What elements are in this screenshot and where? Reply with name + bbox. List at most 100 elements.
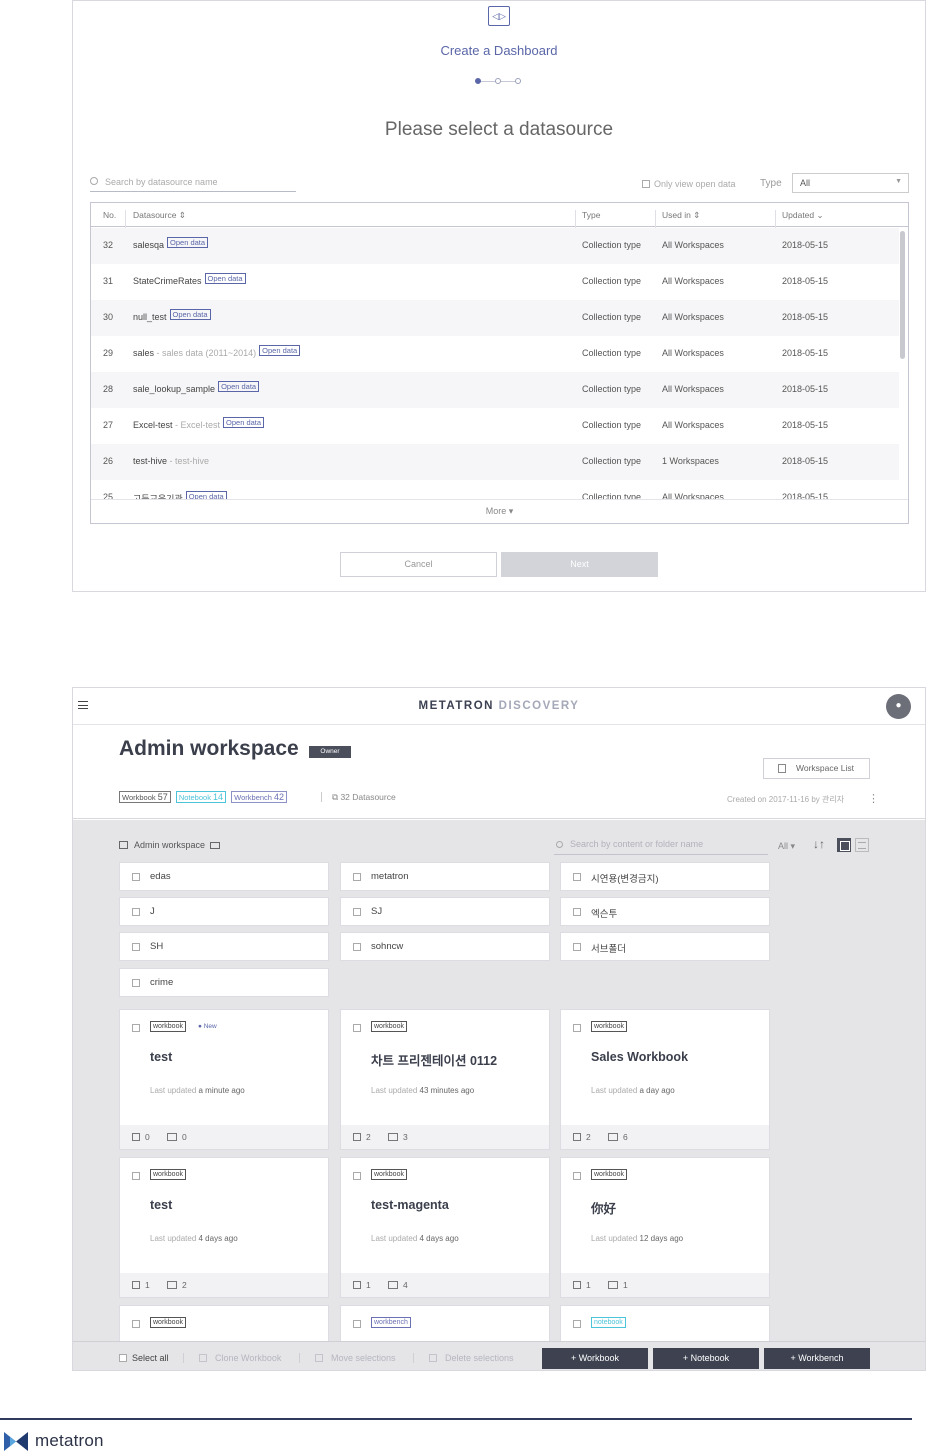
- table-row[interactable]: 31 StateCrimeRates Open data Collection typ…: [91, 264, 899, 300]
- add-notebook-button[interactable]: + Notebook: [653, 1348, 759, 1369]
- list-view-icon[interactable]: [855, 838, 869, 852]
- select-all-checkbox[interactable]: Select all: [119, 1353, 169, 1363]
- folder-checkbox[interactable]: [573, 908, 581, 916]
- list-icon: [778, 764, 786, 773]
- dashboard-count-indicator: 4: [388, 1280, 408, 1290]
- content-filter-select[interactable]: All ▾: [778, 841, 795, 852]
- datasource-icon: [353, 1281, 361, 1289]
- create-dashboard-title: Create a Dashboard: [440, 43, 558, 58]
- grid-view-icon[interactable]: [837, 838, 851, 852]
- folder-checkbox[interactable]: [353, 943, 361, 951]
- clone-icon: [199, 1354, 207, 1362]
- only-open-data-checkbox[interactable]: Only view open data: [642, 179, 736, 189]
- folder-item[interactable]: sohncw: [340, 932, 550, 961]
- type-filter-select[interactable]: All ▼: [792, 173, 909, 193]
- workbook-card[interactable]: workbook ● New test Last updated a minute a…: [119, 1009, 329, 1150]
- col-datasource[interactable]: Datasource ⇕: [133, 210, 186, 221]
- notebook-card[interactable]: notebook: [560, 1305, 770, 1341]
- folder-checkbox[interactable]: [573, 943, 581, 951]
- card-footer: 00: [120, 1125, 328, 1149]
- row-number: 26: [102, 456, 113, 466]
- table-row[interactable]: 27 Excel-test - Excel-test Open data Collec…: [91, 408, 899, 444]
- avatar[interactable]: ●: [886, 694, 911, 719]
- card-checkbox[interactable]: [132, 1172, 140, 1180]
- datasource-icon: [353, 1133, 361, 1141]
- datasource-icon: [573, 1281, 581, 1289]
- delete-selections-button[interactable]: Delete selections: [429, 1353, 514, 1363]
- breadcrumb[interactable]: Admin workspace: [119, 840, 221, 850]
- card-checkbox[interactable]: [132, 1320, 140, 1328]
- workbook-card[interactable]: workbook 차트 프리젠테이션 0112 Last updated 43 mi…: [340, 1009, 550, 1150]
- cancel-button[interactable]: Cancel: [340, 552, 497, 577]
- open-data-badge: Open data: [169, 309, 211, 320]
- col-updated[interactable]: Updated ⌄: [782, 210, 824, 221]
- last-updated: Last updated a day ago: [591, 1086, 675, 1095]
- move-selections-button[interactable]: Move selections: [315, 1353, 396, 1363]
- card-checkbox[interactable]: [132, 1024, 140, 1032]
- card-title: Sales Workbook: [591, 1050, 689, 1064]
- card-checkbox[interactable]: [573, 1024, 581, 1032]
- workspace-list-button[interactable]: Workspace List: [763, 758, 870, 779]
- card-title: test-magenta: [371, 1198, 449, 1212]
- table-scrollbar[interactable]: [900, 231, 905, 359]
- content-search-input[interactable]: Search by content or folder name: [554, 837, 768, 855]
- folder-item[interactable]: edas: [119, 862, 329, 891]
- workbook-card[interactable]: workbook test Last updated 4 days ago 1 2: [119, 1157, 329, 1298]
- workbook-card[interactable]: workbook test-magenta Last updated 4 days …: [340, 1157, 550, 1298]
- datasource-search-input[interactable]: Search by datasource name: [90, 174, 296, 192]
- card-checkbox[interactable]: [573, 1320, 581, 1328]
- workbook-card[interactable]: workbook: [119, 1305, 329, 1341]
- more-options-icon[interactable]: ⋮: [868, 792, 879, 805]
- workbench-card[interactable]: workbench: [340, 1305, 550, 1341]
- folder-item[interactable]: J: [119, 897, 329, 926]
- folder-item[interactable]: SH: [119, 932, 329, 961]
- table-row[interactable]: 30 null_test Open data Collection type All W…: [91, 300, 899, 336]
- add-workbench-button[interactable]: + Workbench: [764, 1348, 870, 1369]
- datasource-updated: 2018-05-15: [782, 276, 829, 286]
- folder-item[interactable]: 서브폴더: [560, 932, 770, 961]
- workbook-card[interactable]: workbook Sales Workbook Last updated a day…: [560, 1009, 770, 1150]
- folder-checkbox[interactable]: [132, 873, 140, 881]
- folder-checkbox[interactable]: [132, 908, 140, 916]
- card-checkbox[interactable]: [353, 1320, 361, 1328]
- more-button[interactable]: More ▾: [91, 499, 908, 523]
- col-used-in[interactable]: Used in ⇕: [662, 210, 700, 221]
- dashboard-icon: [167, 1281, 177, 1289]
- card-checkbox[interactable]: [573, 1172, 581, 1180]
- folder-checkbox[interactable]: [132, 943, 140, 951]
- row-number: 28: [102, 384, 113, 394]
- created-info: Created on 2017-11-16 by 관리자: [727, 795, 845, 804]
- clone-workbook-button[interactable]: Clone Workbook: [199, 1353, 281, 1363]
- dashboard-count-indicator: 3: [388, 1132, 408, 1142]
- datasource-updated: 2018-05-15: [782, 456, 829, 466]
- folder-item[interactable]: metatron: [340, 862, 550, 891]
- table-row[interactable]: 32 salesqa Open data Collection type All Wor…: [91, 228, 899, 264]
- table-row[interactable]: 28 sale_lookup_sample Open data Collection …: [91, 372, 899, 408]
- folder-checkbox[interactable]: [353, 908, 361, 916]
- folder-item[interactable]: 엑슨투: [560, 897, 770, 926]
- folder-item[interactable]: crime: [119, 968, 329, 997]
- folder-checkbox[interactable]: [132, 979, 140, 987]
- datasource-icon: [132, 1133, 140, 1141]
- table-row[interactable]: 29 sales - sales data (2011~2014) Open dat…: [91, 336, 899, 372]
- sort-icon[interactable]: ↓↑: [813, 837, 825, 851]
- folder-name: edas: [150, 871, 171, 882]
- add-workbook-button[interactable]: + Workbook: [542, 1348, 648, 1369]
- datasource-table: No. Datasource ⇕ Type Used in ⇕ Updated …: [90, 202, 909, 524]
- workbook-card[interactable]: workbook 你好 Last updated 12 days ago 1 1: [560, 1157, 770, 1298]
- table-row[interactable]: 26 test-hive - test-hive Collection type 1 …: [91, 444, 899, 480]
- folder-checkbox[interactable]: [353, 873, 361, 881]
- page-title: Admin workspace: [119, 737, 299, 760]
- datasource-type: Collection type: [582, 384, 642, 394]
- last-updated: Last updated 43 minutes ago: [371, 1086, 475, 1095]
- datasource-used-in: All Workspaces: [662, 240, 724, 250]
- content-type-tag: workbook: [150, 1317, 186, 1328]
- folder-item[interactable]: 시연용(변경금지): [560, 862, 770, 891]
- folder-item[interactable]: SJ: [340, 897, 550, 926]
- folder-icon: [210, 842, 221, 849]
- card-checkbox[interactable]: [353, 1024, 361, 1032]
- next-button[interactable]: Next: [501, 552, 658, 577]
- datasource-count[interactable]: ⧉ 32 Datasource: [321, 792, 396, 803]
- folder-checkbox[interactable]: [573, 873, 581, 881]
- card-checkbox[interactable]: [353, 1172, 361, 1180]
